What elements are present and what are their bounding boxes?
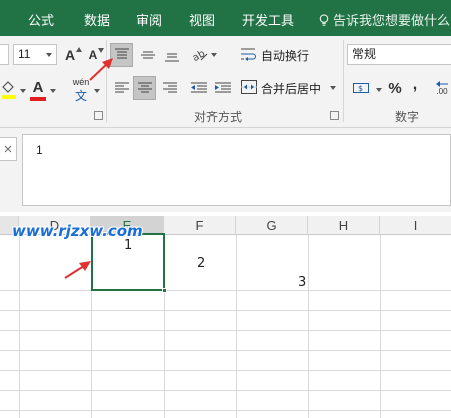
increase-font-size-label: A xyxy=(64,47,76,63)
tab-developer[interactable]: 开发工具 xyxy=(242,10,294,29)
column-header-i[interactable]: I xyxy=(380,216,451,235)
formula-bar[interactable]: 1 xyxy=(22,134,451,206)
middle-align-button[interactable] xyxy=(136,43,159,67)
wrap-text-button[interactable] xyxy=(240,44,258,64)
align-bottom-icon xyxy=(164,53,179,62)
font-size-value: 11 xyxy=(18,47,31,61)
gridline xyxy=(0,410,451,411)
increase-indent-button[interactable] xyxy=(211,76,234,100)
text-orientation-icon: ab xyxy=(192,48,208,62)
align-middle-icon xyxy=(140,51,155,59)
watermark-text: www.rjzxw.com xyxy=(12,222,143,240)
annotation-arrow-icon xyxy=(89,58,113,81)
font-color-label: A xyxy=(32,79,44,96)
phonetic-char-icon: 文 xyxy=(74,89,87,103)
cell-g-value: 3 xyxy=(298,275,307,290)
fill-color-button[interactable] xyxy=(0,80,18,100)
increase-font-size-button[interactable]: A xyxy=(62,45,82,65)
insert-function-button[interactable] xyxy=(0,137,17,161)
font-color-button[interactable]: A xyxy=(29,79,47,101)
caret-down-icon xyxy=(98,48,104,53)
paint-bucket-icon xyxy=(2,81,16,99)
orientation-chevron-icon[interactable] xyxy=(211,53,217,57)
align-center-icon xyxy=(137,82,152,93)
tab-data[interactable]: 数据 xyxy=(84,10,110,29)
align-right-button[interactable] xyxy=(158,76,181,100)
formula-bar-value: 1 xyxy=(36,143,43,157)
phonetic-label: wén xyxy=(72,77,90,87)
font-size-dropdown[interactable]: 11 xyxy=(13,44,57,65)
number-group-label: 数字 xyxy=(395,110,420,124)
merge-cells-icon xyxy=(241,80,257,94)
font-color-swatch xyxy=(30,97,46,101)
svg-text:$: $ xyxy=(358,84,363,93)
tell-me-text: 告诉我您想要做什么... xyxy=(333,14,451,29)
decrease-indent-button[interactable] xyxy=(187,76,210,100)
fill-handle[interactable] xyxy=(162,288,167,293)
chevron-down-icon xyxy=(46,53,52,57)
currency-icon: $ xyxy=(353,83,369,93)
tab-view[interactable]: 视图 xyxy=(189,10,215,29)
group-separator xyxy=(343,40,344,122)
gridline xyxy=(0,330,451,331)
merge-center-chevron-icon[interactable] xyxy=(330,86,336,90)
alignment-dialog-launcher-icon[interactable] xyxy=(330,111,339,120)
accounting-format-button[interactable]: $ xyxy=(350,77,374,99)
font-dialog-launcher-icon[interactable] xyxy=(94,111,103,120)
cell-f-value: 2 xyxy=(197,256,206,271)
align-left-icon xyxy=(114,82,129,93)
increase-indent-icon xyxy=(214,82,231,93)
wrap-text-icon xyxy=(241,48,256,61)
merge-center-label: 合并后居中 xyxy=(261,82,322,96)
align-top-icon xyxy=(114,48,129,59)
tab-formulas[interactable]: 公式 xyxy=(28,10,54,29)
accounting-chevron-icon[interactable] xyxy=(376,88,382,92)
align-right-icon xyxy=(162,82,177,93)
ribbon-home: 11 A A A wén 文 ab 自动换行 合并后居中 对齐方式 常规 $ %… xyxy=(0,36,451,128)
decrease-indent-icon xyxy=(190,82,207,93)
wrap-text-label: 自动换行 xyxy=(261,49,310,63)
excel-window: 公式 数据 审阅 视图 开发工具 告诉我您想要做什么... 11 A A A w… xyxy=(0,0,451,418)
font-color-chevron-icon[interactable] xyxy=(50,89,56,93)
close-icon xyxy=(4,145,12,153)
increase-decimal-button[interactable]: .00 xyxy=(432,77,451,99)
bottom-align-button[interactable] xyxy=(160,43,183,67)
formula-bar-area: 1 xyxy=(0,128,451,212)
gridline xyxy=(0,370,451,371)
number-format-dropdown[interactable]: 常规 xyxy=(347,44,451,65)
gridline xyxy=(0,290,451,291)
percent-style-button[interactable]: % xyxy=(387,77,403,99)
gridline xyxy=(0,390,451,391)
fill-color-chevron-icon[interactable] xyxy=(20,89,26,93)
selected-cell[interactable] xyxy=(91,233,167,293)
caret-up-icon xyxy=(76,47,82,52)
annotation-arrow-icon xyxy=(64,261,91,279)
number-format-value: 常规 xyxy=(352,47,377,61)
lightbulb-icon xyxy=(319,14,329,26)
gridline xyxy=(0,350,451,351)
ribbon-tab-bar: 公式 数据 审阅 视图 开发工具 告诉我您想要做什么... xyxy=(0,0,451,36)
column-header-g[interactable]: G xyxy=(236,216,308,235)
phonetic-chevron-icon[interactable] xyxy=(94,89,100,93)
alignment-group-label: 对齐方式 xyxy=(194,110,243,124)
column-header-f[interactable]: F xyxy=(164,216,236,235)
orientation-button[interactable]: ab xyxy=(190,43,210,67)
merge-center-button[interactable] xyxy=(240,77,258,97)
comma-style-button[interactable]: , xyxy=(409,74,421,96)
gridline xyxy=(0,310,451,311)
font-name-dropdown[interactable] xyxy=(0,44,9,65)
tab-review[interactable]: 审阅 xyxy=(136,10,162,29)
align-center-button[interactable] xyxy=(133,76,156,100)
svg-text:ab: ab xyxy=(192,48,207,62)
decimal-label: .00 xyxy=(436,86,448,96)
column-header-h[interactable]: H xyxy=(308,216,380,235)
tell-me-search[interactable]: 告诉我您想要做什么... xyxy=(318,10,451,29)
